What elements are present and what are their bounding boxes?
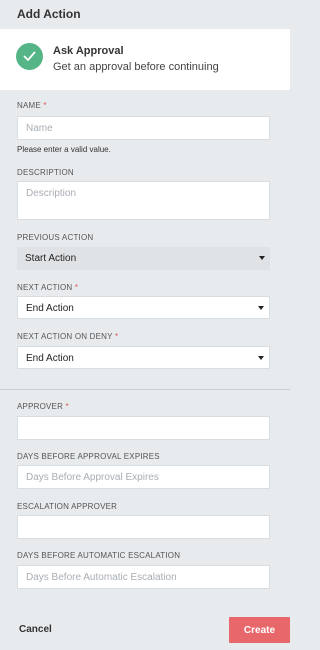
action-type-title: Ask Approval xyxy=(53,45,124,57)
previous-action-value: Start Action xyxy=(25,253,77,264)
create-button[interactable]: Create xyxy=(229,617,290,643)
dialog-footer: Cancel Create xyxy=(0,610,290,650)
cancel-button[interactable]: Cancel xyxy=(19,624,52,635)
escalation-approver-input[interactable] xyxy=(17,515,270,539)
description-label: DESCRIPTION xyxy=(17,168,74,177)
name-label: NAME * xyxy=(17,101,47,110)
action-summary: Ask Approval Get an approval before cont… xyxy=(0,29,290,90)
description-textarea[interactable] xyxy=(17,181,270,220)
dialog-title: Add Action xyxy=(17,7,81,21)
approver-label: APPROVER * xyxy=(17,402,69,411)
caret-down-icon xyxy=(259,256,265,260)
name-input[interactable] xyxy=(17,116,270,140)
previous-action-select[interactable]: Start Action xyxy=(17,247,270,270)
next-action-select[interactable]: End Action xyxy=(17,296,270,319)
action-form: NAME * Please enter a valid value. DESCR… xyxy=(0,90,290,610)
action-type-description: Get an approval before continuing xyxy=(53,61,219,73)
next-action-value: End Action xyxy=(26,303,74,314)
check-icon xyxy=(16,43,43,70)
dialog-header: Add Action xyxy=(0,0,290,29)
next-action-on-deny-select[interactable]: End Action xyxy=(17,346,270,369)
caret-down-icon xyxy=(258,306,264,310)
next-action-on-deny-value: End Action xyxy=(26,353,74,364)
escalation-approver-label: ESCALATION APPROVER xyxy=(17,502,118,511)
approver-input[interactable] xyxy=(17,416,270,440)
previous-action-label: PREVIOUS ACTION xyxy=(17,233,94,242)
days-before-escalation-label: DAYS BEFORE AUTOMATIC ESCALATION xyxy=(17,551,181,560)
next-action-label: NEXT ACTION * xyxy=(17,283,79,292)
next-action-on-deny-label: NEXT ACTION ON DENY * xyxy=(17,332,119,341)
caret-down-icon xyxy=(258,356,264,360)
days-before-expiry-input[interactable] xyxy=(17,465,270,489)
days-before-expiry-label: DAYS BEFORE APPROVAL EXPIRES xyxy=(17,452,160,461)
name-error-message: Please enter a valid value. xyxy=(17,145,111,154)
days-before-escalation-input[interactable] xyxy=(17,565,270,589)
section-divider xyxy=(0,389,290,390)
